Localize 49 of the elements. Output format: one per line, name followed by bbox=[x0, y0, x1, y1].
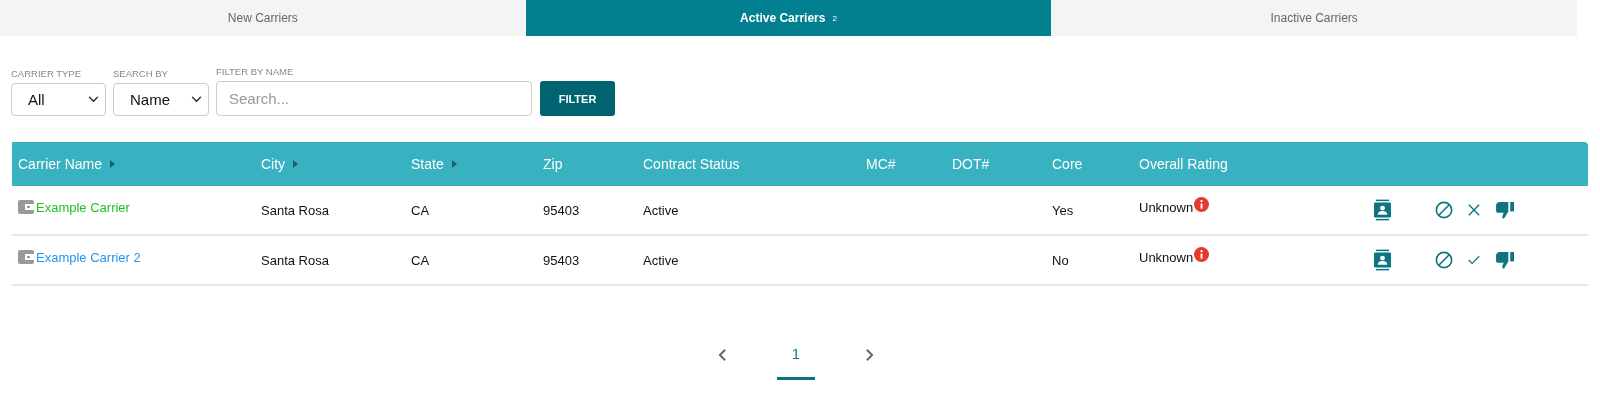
filter-button[interactable]: FILTER bbox=[540, 81, 615, 116]
column-header: DOT# bbox=[952, 156, 990, 172]
chevron-down-icon[interactable] bbox=[191, 96, 202, 103]
block-icon[interactable] bbox=[1435, 251, 1453, 269]
table-cell: Active bbox=[643, 252, 679, 268]
tab[interactable]: New Carriers bbox=[0, 0, 526, 36]
column-header[interactable]: City bbox=[261, 156, 299, 172]
table-cell: CA bbox=[411, 252, 430, 268]
table-cell: Santa Rosa bbox=[261, 252, 329, 268]
field-label: SEARCH BY bbox=[113, 68, 169, 79]
check-icon[interactable] bbox=[1468, 254, 1480, 266]
wallet-icon bbox=[18, 200, 34, 214]
table-cell: Yes bbox=[1052, 202, 1074, 218]
wallet-icon bbox=[18, 250, 34, 264]
page-link[interactable]: 1 bbox=[776, 345, 816, 380]
column-header: Core bbox=[1052, 156, 1083, 172]
contact-card-icon[interactable] bbox=[1374, 199, 1391, 221]
tab[interactable]: Inactive Carriers bbox=[1051, 0, 1577, 36]
chevron-down-icon[interactable] bbox=[88, 96, 99, 103]
column-header: Zip bbox=[543, 156, 563, 172]
table-cell: 95403 bbox=[543, 252, 580, 268]
next-page-icon[interactable] bbox=[865, 347, 875, 362]
tab[interactable]: Active Carriers $^{2}$ bbox=[525, 0, 1052, 36]
previous-page-icon[interactable] bbox=[717, 347, 727, 362]
close-icon[interactable] bbox=[1468, 204, 1480, 216]
table-cell: Unknown bbox=[1139, 249, 1194, 265]
contact-card-icon[interactable] bbox=[1374, 249, 1391, 271]
carrier-type-select[interactable]: All bbox=[11, 83, 106, 116]
table-cell: Santa Rosa bbox=[261, 202, 329, 218]
column-header[interactable]: Carrier Name bbox=[18, 156, 115, 172]
column-header[interactable]: State bbox=[411, 156, 457, 172]
column-header: Contract Status bbox=[643, 156, 740, 172]
info-icon[interactable] bbox=[1194, 196, 1210, 212]
search-by-select[interactable]: Name bbox=[113, 83, 209, 116]
column-header: Overall Rating bbox=[1139, 156, 1228, 172]
search-field[interactable]: Search... bbox=[216, 81, 532, 116]
carrier-link[interactable]: Example Carrier 2 bbox=[36, 249, 141, 265]
block-icon[interactable] bbox=[1435, 201, 1453, 219]
info-icon[interactable] bbox=[1194, 246, 1210, 262]
field-label: CARRIER TYPE bbox=[11, 68, 83, 79]
thumbs-down-icon[interactable] bbox=[1496, 201, 1515, 219]
table-cell: Active bbox=[643, 202, 679, 218]
table-cell: 95403 bbox=[543, 202, 580, 218]
table-cell: Unknown bbox=[1139, 199, 1194, 215]
thumbs-down-icon[interactable] bbox=[1496, 251, 1515, 269]
table-cell: CA bbox=[411, 202, 430, 218]
field-label: FILTER BY NAME bbox=[216, 66, 295, 77]
column-header: MC# bbox=[866, 156, 896, 172]
table-cell: No bbox=[1052, 252, 1069, 268]
